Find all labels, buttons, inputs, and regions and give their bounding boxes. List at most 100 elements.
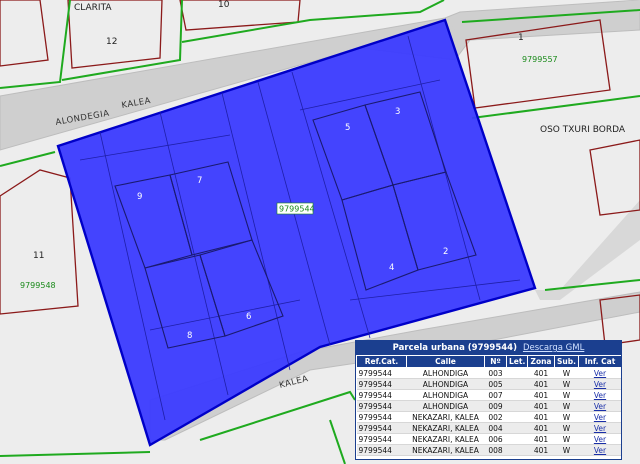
view-cadastral-info-link[interactable]: Ver — [594, 369, 606, 378]
lot-number-10: 10 — [218, 0, 230, 10]
cell-number: 003 — [484, 367, 507, 379]
cell-info: Ver — [578, 433, 621, 445]
table-row: 9799544 ALHONDIGA 007 401 W Ver — [356, 389, 621, 401]
view-cadastral-info-link[interactable]: Ver — [594, 424, 606, 433]
cell-zone: 401 — [527, 378, 555, 390]
cell-info: Ver — [578, 400, 621, 412]
parcel-ref-9799557: 9799557 — [522, 55, 558, 64]
cell-zone: 401 — [527, 433, 555, 445]
cell-street: NEKAZARI, KALEA — [406, 444, 485, 456]
cell-ref: 9799544 — [356, 389, 407, 401]
cell-street: ALHONDIGA — [406, 389, 485, 401]
view-cadastral-info-link[interactable]: Ver — [594, 446, 606, 455]
cell-info: Ver — [578, 367, 621, 379]
cell-sub: W — [554, 367, 579, 379]
view-cadastral-info-link[interactable]: Ver — [594, 402, 606, 411]
building-number-9: 9 — [137, 192, 142, 202]
cell-street: NEKAZARI, KALEA — [406, 433, 485, 445]
cell-ref: 9799544 — [356, 411, 407, 423]
column-header-info: Inf. Cat — [578, 355, 621, 368]
cell-ref: 9799544 — [356, 367, 407, 379]
cell-number: 005 — [484, 378, 507, 390]
column-header-number: Nº — [484, 355, 507, 368]
cell-info: Ver — [578, 422, 621, 434]
cell-zone: 401 — [527, 444, 555, 456]
cell-sub: W — [554, 422, 579, 434]
cell-number: 004 — [484, 422, 507, 434]
cell-sub: W — [554, 400, 579, 412]
cell-sub: W — [554, 433, 579, 445]
cell-street: ALHONDIGA — [406, 378, 485, 390]
cell-letter — [506, 400, 528, 412]
cell-number: 002 — [484, 411, 507, 423]
building-number-7: 7 — [197, 176, 202, 186]
cell-info: Ver — [578, 411, 621, 423]
building-number-3: 3 — [395, 107, 400, 117]
table-body: 9799544 ALHONDIGA 003 401 W Ver 9799544 ALHONDI… — [356, 367, 621, 456]
cell-ref: 9799544 — [356, 422, 407, 434]
column-header-street: Calle — [406, 355, 485, 368]
parcel-ref-9799548: 9799548 — [20, 281, 56, 290]
parcel-table: Ref.Cat. Calle Nº Let. Zona Sub. Inf. Cat 9799… — [356, 355, 621, 456]
cell-street: ALHONDIGA — [406, 367, 485, 379]
cell-number: 006 — [484, 433, 507, 445]
cell-zone: 401 — [527, 400, 555, 412]
cell-street: ALHONDIGA — [406, 400, 485, 412]
cell-sub: W — [554, 378, 579, 390]
column-header-letter: Let. — [506, 355, 528, 368]
building-number-8: 8 — [187, 331, 192, 341]
cell-letter — [506, 411, 528, 423]
cell-ref: 9799544 — [356, 444, 407, 456]
cell-sub: W — [554, 444, 579, 456]
panel-title: Parcela urbana (9799544) — [392, 343, 517, 353]
parcel-info-panel: Parcela urbana (9799544) Descarga GML Re… — [355, 340, 622, 460]
street-label-oso-txuri-borda: OSO TXURI BORDA — [540, 125, 626, 135]
table-row: 9799544 NEKAZARI, KALEA 002 401 W Ver — [356, 411, 621, 423]
cell-street: NEKAZARI, KALEA — [406, 411, 485, 423]
cell-number: 008 — [484, 444, 507, 456]
cell-ref: 9799544 — [356, 378, 407, 390]
street-label-clarita: CLARITA — [74, 3, 112, 13]
cell-letter — [506, 433, 528, 445]
building-number-5: 5 — [345, 123, 350, 133]
building-number-6: 6 — [246, 312, 251, 322]
table-row: 9799544 ALHONDIGA 005 401 W Ver — [356, 378, 621, 390]
column-header-zone: Zona — [527, 355, 555, 368]
cell-ref: 9799544 — [356, 400, 407, 412]
cell-sub: W — [554, 411, 579, 423]
cell-zone: 401 — [527, 367, 555, 379]
lot-number-12: 12 — [106, 37, 117, 47]
table-row: 9799544 NEKAZARI, KALEA 008 401 W Ver — [356, 444, 621, 456]
table-row: 9799544 ALHONDIGA 003 401 W Ver — [356, 367, 621, 379]
cell-ref: 9799544 — [356, 433, 407, 445]
cell-street: NEKAZARI, KALEA — [406, 422, 485, 434]
cell-number: 007 — [484, 389, 507, 401]
column-header-sub: Sub. — [554, 355, 579, 368]
table-row: 9799544 NEKAZARI, KALEA 004 401 W Ver — [356, 422, 621, 434]
cell-zone: 401 — [527, 422, 555, 434]
table-row: 9799544 ALHONDIGA 009 401 W Ver — [356, 400, 621, 412]
cell-letter — [506, 367, 528, 379]
view-cadastral-info-link[interactable]: Ver — [594, 435, 606, 444]
view-cadastral-info-link[interactable]: Ver — [594, 413, 606, 422]
table-row: 9799544 NEKAZARI, KALEA 006 401 W Ver — [356, 433, 621, 445]
cell-zone: 401 — [527, 389, 555, 401]
cell-letter — [506, 378, 528, 390]
cell-sub: W — [554, 389, 579, 401]
cell-info: Ver — [578, 378, 621, 390]
cell-zone: 401 — [527, 411, 555, 423]
cell-number: 009 — [484, 400, 507, 412]
view-cadastral-info-link[interactable]: Ver — [594, 391, 606, 400]
lot-number-1: 1 — [518, 33, 524, 43]
cell-letter — [506, 389, 528, 401]
cell-info: Ver — [578, 444, 621, 456]
selected-parcel-ref: 9799544 — [279, 205, 315, 214]
view-cadastral-info-link[interactable]: Ver — [594, 380, 606, 389]
table-header-row: Ref.Cat. Calle Nº Let. Zona Sub. Inf. Cat — [356, 355, 621, 368]
cell-letter — [506, 422, 528, 434]
building-number-4: 4 — [389, 263, 394, 273]
download-gml-link[interactable]: Descarga GML — [523, 343, 584, 353]
cell-letter — [506, 444, 528, 456]
building-number-2: 2 — [443, 247, 448, 257]
panel-title-bar: Parcela urbana (9799544) Descarga GML — [356, 341, 621, 355]
